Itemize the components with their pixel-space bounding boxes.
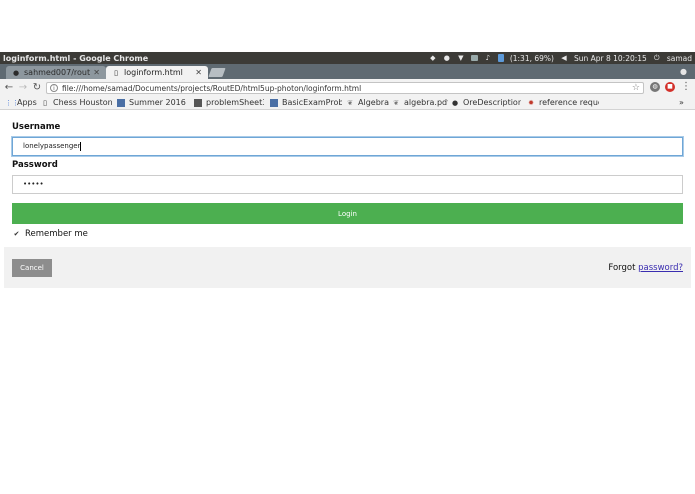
password-label: Password [12,160,58,170]
reload-icon[interactable]: ↻ [32,82,42,93]
remember-label: Remember me [25,229,88,239]
clock[interactable]: Sun Apr 8 10:20:15 [574,54,647,63]
bookmark-apps[interactable]: ⋮⋮ Apps [5,97,39,108]
bookmark-item[interactable]: BasicExamProbl [270,97,342,108]
bookmark-item[interactable]: ✹ reference reque [527,97,599,108]
form-footer: Cancel Forgot password? [4,247,691,288]
cancel-button[interactable]: Cancel [12,259,52,277]
window-title: loginform.html - Google Chrome [3,53,149,63]
bookmark-image-icon [117,98,125,107]
remember-checkbox[interactable]: ✔ [13,230,20,238]
bookmark-item[interactable]: Summer 2016 M [117,97,188,108]
username-field[interactable]: lonelypassenger [12,137,683,156]
bookmark-image-icon [194,98,202,107]
adblock-icon[interactable]: ■ [665,82,675,92]
gear-icon: ✹ [528,98,534,107]
bookmark-item[interactable]: problemSheet3- [194,97,264,108]
tab-label: sahmed007/routED [24,68,91,77]
bookmarks-bar: ⋮⋮ Apps ▯ Chess Houston \ Summer 2016 M … [0,96,695,110]
system-tray: ◆ ● ▼ ♪ (1:31, 69%) ◀ Sun Apr 8 10:20:15… [429,54,695,63]
keyboard-icon[interactable] [470,55,478,61]
forgot-text: Forgot [608,263,639,273]
bookmark-item[interactable]: ❦ Algebra [346,97,390,108]
blank-top-area [0,0,695,52]
menu-icon[interactable]: ⋮ [681,82,691,92]
bookmark-star-icon[interactable]: ☆ [632,83,640,93]
address-bar[interactable]: i file:///home/samad/Documents/projects/… [46,82,644,94]
battery-status[interactable]: (1:31, 69%) [510,54,554,63]
github-icon: ● [451,98,459,107]
apps-grid-icon: ⋮⋮ [5,98,19,107]
leaf-icon: ❦ [347,98,353,107]
close-icon[interactable]: ✕ [195,68,202,77]
browser-toolbar: ← → ↻ i file:///home/samad/Documents/pro… [0,79,695,96]
back-arrow-icon[interactable]: ← [4,82,14,93]
leaf-icon: ❦ [393,98,399,107]
extension-icon[interactable]: ◍ [650,82,660,92]
bookmark-image-icon [270,98,278,107]
remember-me[interactable]: ✔ Remember me [13,229,88,239]
power-icon[interactable]: ⏻ [653,54,661,62]
password-field[interactable]: ••••• [12,175,683,194]
bookmark-item[interactable]: ▯ Chess Houston \ [41,97,112,108]
dropbox-icon[interactable]: ◆ [429,54,437,62]
new-tab-button[interactable] [208,68,226,77]
volume-icon[interactable]: ◀ [560,54,568,62]
profile-icon[interactable]: ● [680,67,689,76]
tab-github[interactable]: ● sahmed007/routED ✕ [6,66,106,79]
page-icon: ▯ [43,98,47,107]
battery-icon[interactable] [497,54,504,62]
chat-icon[interactable]: ● [443,54,451,62]
window-title-bar: loginform.html - Google Chrome ◆ ● ▼ ♪ (… [0,52,695,64]
password-value: ••••• [23,180,44,188]
forward-arrow-icon[interactable]: → [18,82,28,93]
tab-strip: ● sahmed007/routED ✕ ▯ loginform.html ✕ … [0,64,695,79]
username-value: lonelypassenger [23,142,81,150]
page-icon: ▯ [114,68,118,77]
forgot-password: Forgot password? [608,263,683,273]
bookmark-item[interactable]: ● OreDescription [451,97,521,108]
login-button[interactable]: Login [12,203,683,224]
bookmark-item[interactable]: ❦ algebra.pdf [392,97,448,108]
bell-icon[interactable]: ♪ [484,54,492,62]
text-caret [80,141,82,151]
close-icon[interactable]: ✕ [93,68,100,77]
user-name[interactable]: samad [667,54,692,63]
info-icon[interactable]: i [50,84,58,92]
tab-loginform[interactable]: ▯ loginform.html ✕ [106,66,208,79]
more-bookmarks-icon[interactable]: » [679,97,689,108]
github-icon: ● [12,68,20,77]
forgot-password-link[interactable]: password? [638,263,683,273]
url-text[interactable]: file:///home/samad/Documents/projects/Ro… [62,84,632,93]
tab-label: loginform.html [124,68,183,77]
username-label: Username [12,122,61,132]
wifi-icon[interactable]: ▼ [457,54,465,62]
